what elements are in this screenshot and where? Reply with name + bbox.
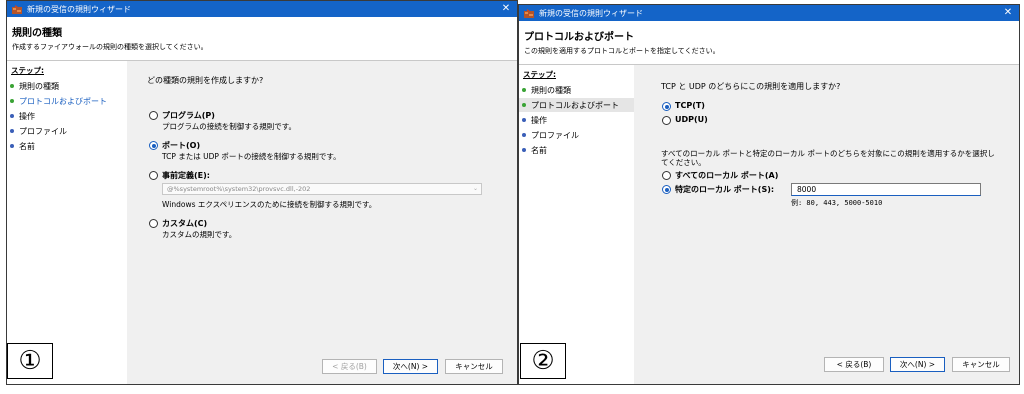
all-ports-option-label[interactable]: すべてのローカル ポート(A) [675, 170, 778, 181]
cancel-button[interactable]: キャンセル [952, 357, 1010, 372]
step-done-icon [522, 88, 526, 92]
callout-number-two: ② [520, 343, 566, 379]
next-button[interactable]: 次へ(N) > [890, 357, 945, 372]
program-option-desc: プログラムの接続を制御する規則です。 [162, 122, 297, 131]
step-done-icon [522, 103, 526, 107]
step-pending-icon [10, 129, 14, 133]
step-profile[interactable]: プロファイル [519, 128, 579, 142]
step-label: 規則の種類 [531, 85, 571, 95]
predefined-select[interactable]: @%systemroot%\system32\provsvc.dll,-202 … [162, 183, 482, 195]
wizard-window-rule-type: 新規の受信の規則ウィザード ✕ 規則の種類 作成するファイアウォールの規則の種類… [6, 0, 518, 385]
steps-panel: ステップ: 規則の種類 プロトコルおよびポート 操作 プロファイル 名前 [519, 65, 634, 384]
ports-example-hint: 例: 80, 443, 5000-5010 [791, 199, 883, 207]
program-radio[interactable] [149, 111, 158, 120]
predefined-radio[interactable] [149, 171, 158, 180]
ports-question-line2: てください。 [661, 158, 706, 167]
page-subtitle: この規則を適用するプロトコルとポートを指定してください。 [524, 47, 720, 55]
callout-number-one: ① [7, 343, 53, 379]
back-button[interactable]: < 戻る(B) [322, 359, 377, 374]
step-label: 規則の種類 [19, 81, 59, 91]
cancel-button[interactable]: キャンセル [445, 359, 503, 374]
step-label: 操作 [531, 115, 547, 125]
step-pending-icon [10, 144, 14, 148]
back-button[interactable]: < 戻る(B) [824, 357, 884, 372]
next-button[interactable]: 次へ(N) > [383, 359, 438, 374]
firewall-icon [524, 8, 534, 18]
program-option-label[interactable]: プログラム(P) [162, 110, 215, 121]
wizard-header: プロトコルおよびポート この規則を適用するプロトコルとポートを指定してください。 [519, 21, 1019, 65]
step-label: プロトコルおよびポート [19, 96, 107, 106]
port-radio[interactable] [149, 141, 158, 150]
rule-type-question: どの種類の規則を作成しますか? [147, 76, 264, 85]
step-label: プロトコルおよびポート [531, 100, 619, 110]
chevron-down-icon: ⌄ [472, 185, 478, 192]
step-action[interactable]: 操作 [7, 109, 35, 123]
port-option-label[interactable]: ポート(O) [162, 140, 200, 151]
step-label: 操作 [19, 111, 35, 121]
specific-ports-radio[interactable] [662, 185, 671, 194]
step-label: 名前 [19, 141, 35, 151]
title-bar[interactable]: 新規の受信の規則ウィザード ✕ [7, 1, 517, 17]
custom-radio[interactable] [149, 219, 158, 228]
page-title: 規則の種類 [12, 28, 62, 39]
ports-question-line1: すべてのローカル ポートと特定のローカル ポートのどちらを対象にこの規則を適用す… [661, 149, 995, 158]
page-title: プロトコルおよびポート [524, 32, 634, 43]
custom-option-desc: カスタムの規則です。 [162, 230, 237, 239]
wizard-window-protocol-port: 新規の受信の規則ウィザード ✕ プロトコルおよびポート この規則を適用するプロト… [518, 4, 1020, 385]
predefined-option-label[interactable]: 事前定義(E): [162, 170, 210, 181]
step-name[interactable]: 名前 [519, 143, 547, 157]
udp-option-label[interactable]: UDP(U) [675, 115, 708, 124]
protocol-question: TCP と UDP のどちらにこの規則を適用しますか? [661, 82, 841, 91]
predefined-select-value: @%systemroot%\system32\provsvc.dll,-202 [167, 185, 311, 193]
firewall-icon [12, 4, 22, 14]
step-protocol-port[interactable]: プロトコルおよびポート [7, 94, 107, 108]
specific-ports-option-label[interactable]: 特定のローカル ポート(S): [675, 184, 774, 195]
step-pending-icon [522, 133, 526, 137]
window-title: 新規の受信の規則ウィザード [27, 4, 131, 14]
step-rule-type[interactable]: 規則の種類 [519, 83, 571, 97]
step-rule-type[interactable]: 規則の種類 [7, 79, 59, 93]
tcp-option-label[interactable]: TCP(T) [675, 101, 705, 110]
step-done-icon [10, 99, 14, 103]
wizard-content: TCP と UDP のどちらにこの規則を適用しますか? TCP(T) UDP(U… [634, 65, 1019, 384]
wizard-header: 規則の種類 作成するファイアウォールの規則の種類を選択してください。 [7, 17, 517, 61]
wizard-content: どの種類の規則を作成しますか? プログラム(P) プログラムの接続を制御する規則… [127, 61, 517, 384]
step-profile[interactable]: プロファイル [7, 124, 67, 138]
step-pending-icon [522, 118, 526, 122]
step-action[interactable]: 操作 [519, 113, 547, 127]
step-pending-icon [10, 114, 14, 118]
step-done-icon [10, 84, 14, 88]
port-option-desc: TCP または UDP ポートの接続を制御する規則です。 [162, 152, 341, 161]
close-icon[interactable]: ✕ [495, 1, 517, 17]
tcp-radio[interactable] [662, 102, 671, 111]
udp-radio[interactable] [662, 116, 671, 125]
screenshot-composite: 新規の受信の規則ウィザード ✕ 規則の種類 作成するファイアウォールの規則の種類… [0, 0, 1024, 394]
steps-heading: ステップ: [523, 70, 556, 79]
step-label: プロファイル [19, 126, 67, 136]
page-subtitle: 作成するファイアウォールの規則の種類を選択してください。 [12, 43, 208, 51]
window-title: 新規の受信の規則ウィザード [539, 8, 643, 18]
step-label: プロファイル [531, 130, 579, 140]
step-protocol-port[interactable]: プロトコルおよびポート [519, 98, 634, 112]
title-bar[interactable]: 新規の受信の規則ウィザード ✕ [519, 5, 1019, 21]
all-ports-radio[interactable] [662, 171, 671, 180]
steps-panel: ステップ: 規則の種類 プロトコルおよびポート 操作 プロファイル 名前 [7, 61, 127, 384]
step-name[interactable]: 名前 [7, 139, 35, 153]
steps-heading: ステップ: [11, 66, 44, 75]
step-label: 名前 [531, 145, 547, 155]
predefined-option-desc: Windows エクスペリエンスのために接続を制御する規則です。 [162, 200, 377, 209]
ports-input[interactable]: 8000 [791, 183, 981, 196]
step-pending-icon [522, 148, 526, 152]
custom-option-label[interactable]: カスタム(C) [162, 218, 207, 229]
close-icon[interactable]: ✕ [997, 5, 1019, 21]
